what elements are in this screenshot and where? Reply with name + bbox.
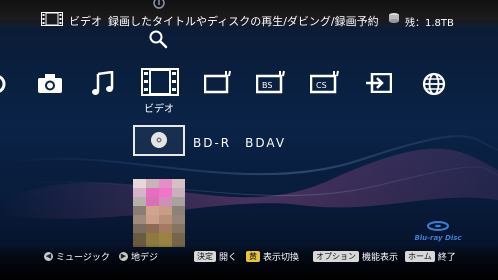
- home-key: ホーム: [405, 251, 435, 262]
- bd-tv-icon[interactable]: [204, 70, 232, 94]
- right-arrow-icon: ▶: [119, 252, 128, 261]
- disc-icon: [151, 132, 167, 148]
- bluray-disc-logo: Blu-ray Disc: [414, 221, 462, 242]
- film-icon[interactable]: [141, 68, 179, 96]
- footer-prev-category[interactable]: ◀ ミュージック: [44, 250, 110, 263]
- footer-option[interactable]: オプション 機能表示: [313, 250, 398, 263]
- header-description: 録画したタイトルやディスクの再生/ダビング/録画予約: [108, 15, 379, 28]
- cs-icon-text: CS: [316, 81, 327, 90]
- bs-icon[interactable]: BS: [256, 70, 286, 94]
- header-title: ビデオ: [69, 15, 102, 28]
- footer-next-category[interactable]: ▶ 地デジ: [119, 250, 158, 263]
- disc-label: BD-R BDAV: [193, 136, 287, 150]
- footer-home[interactable]: ホーム 終了: [405, 250, 456, 263]
- search-icon[interactable]: [148, 29, 168, 49]
- film-icon: [41, 12, 63, 26]
- bluray-logo-text: Blu-ray Disc: [414, 234, 462, 242]
- option-key: オプション: [313, 251, 359, 262]
- camera-icon[interactable]: [37, 73, 63, 95]
- input-icon[interactable]: [366, 73, 392, 93]
- bs-icon-text: BS: [262, 81, 272, 90]
- footer-decide[interactable]: 決定 開く: [194, 250, 237, 263]
- category-label-video: ビデオ: [144, 104, 174, 115]
- remaining-capacity: 残：1.8TB: [405, 18, 454, 29]
- title-thumbnail[interactable]: [133, 179, 185, 247]
- gear-icon[interactable]: [0, 70, 8, 98]
- home-action: 終了: [437, 253, 456, 263]
- option-action: 機能表示: [362, 253, 399, 263]
- footer-next-label: 地デジ: [131, 253, 159, 263]
- cs-icon[interactable]: CS: [310, 70, 340, 94]
- yellow-key: 黄: [246, 251, 260, 262]
- footer-yellow[interactable]: 黄 表示切換: [246, 250, 299, 263]
- hdd-icon: [389, 13, 399, 23]
- globe-icon[interactable]: [422, 72, 446, 96]
- scroll-up-icon[interactable]: [152, 0, 166, 12]
- music-note-icon[interactable]: [91, 71, 115, 97]
- yellow-action: 表示切換: [263, 253, 300, 263]
- left-arrow-icon: ◀: [44, 252, 53, 261]
- decide-key: 決定: [194, 251, 216, 262]
- decide-action: 開く: [219, 253, 238, 263]
- footer-prev-label: ミュージック: [56, 253, 110, 263]
